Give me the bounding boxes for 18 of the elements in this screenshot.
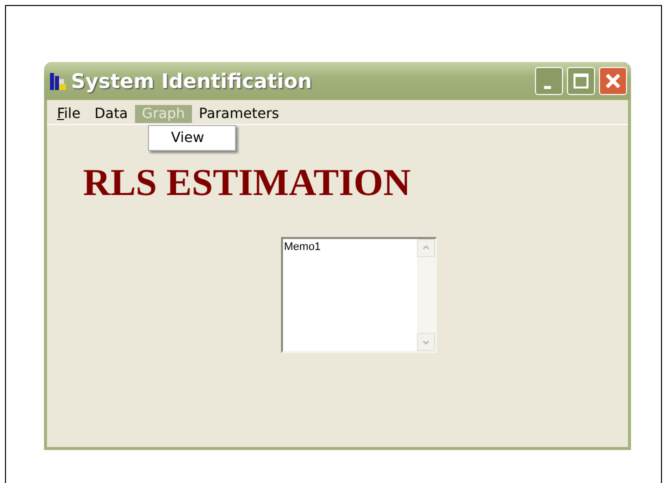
- scroll-up-icon[interactable]: [417, 239, 435, 257]
- menu-item[interactable]: Data: [87, 105, 135, 123]
- minimize-icon: [544, 86, 550, 88]
- maximize-icon: [573, 73, 589, 89]
- minimize-button[interactable]: [535, 67, 563, 95]
- menu-option[interactable]: View: [149, 128, 235, 148]
- menu-item[interactable]: File: [50, 105, 88, 123]
- scroll-bar[interactable]: [417, 239, 435, 351]
- memo-field[interactable]: Memo1: [281, 237, 437, 353]
- close-button[interactable]: [599, 67, 627, 95]
- window-title: System Identification: [71, 69, 313, 93]
- menu-item[interactable]: Parameters: [192, 105, 286, 123]
- heading: RLS ESTIMATION: [83, 161, 412, 205]
- scroll-down-icon[interactable]: [417, 333, 435, 351]
- app-icon: [49, 71, 67, 91]
- memo-text: Memo1: [283, 240, 322, 255]
- close-icon: [604, 72, 622, 90]
- maximize-button[interactable]: [567, 67, 595, 95]
